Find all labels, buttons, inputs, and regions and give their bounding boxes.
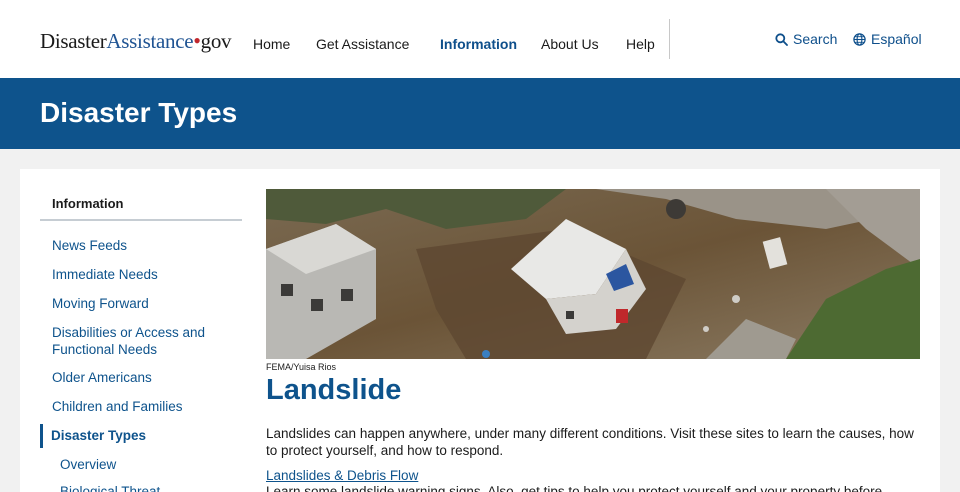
nav-information[interactable]: Information (440, 36, 517, 52)
search-label: Search (793, 31, 838, 47)
nav-divider (669, 19, 670, 59)
nav-home[interactable]: Home (253, 36, 290, 52)
language-label: Español (871, 31, 922, 47)
link-description: Learn some landslide warning signs. Also… (266, 484, 886, 492)
sidebar-item-children-families[interactable]: Children and Families (52, 399, 237, 416)
page-title: Disaster Types (40, 97, 238, 128)
language-link[interactable]: Español (853, 31, 922, 47)
globe-icon (853, 32, 866, 46)
intro-paragraph: Landslides can happen anywhere, under ma… (266, 426, 914, 458)
sidebar-item-moving-forward[interactable]: Moving Forward (52, 296, 237, 313)
landslides-debris-flow-link[interactable]: Landslides & Debris Flow (266, 468, 418, 483)
sidebar-active-indicator (40, 424, 43, 448)
sidebar-subitem-biological-threat[interactable]: Biological Threat (60, 484, 160, 492)
nav-get-assistance[interactable]: Get Assistance (316, 36, 409, 52)
sidebar-heading: Information (52, 196, 124, 211)
sidebar-item-immediate-needs[interactable]: Immediate Needs (52, 267, 237, 284)
search-link[interactable]: Search (775, 31, 837, 47)
nav-help[interactable]: Help (626, 36, 655, 52)
image-credit: FEMA/Yuisa Rios (266, 362, 337, 372)
logo-text-disaster: Disaster (40, 29, 107, 53)
logo-text-assistance: Assistance (106, 29, 194, 53)
sidebar-divider (40, 219, 242, 221)
landslide-photo (266, 189, 920, 359)
section-heading: Landslide (266, 374, 402, 406)
sidebar-item-news-feeds[interactable]: News Feeds (52, 238, 237, 255)
sidebar-item-disabilities[interactable]: Disabilities or Access and Functional Ne… (52, 325, 237, 358)
sidebar-subitem-overview[interactable]: Overview (60, 457, 116, 472)
logo-dot: • (193, 28, 201, 53)
page-banner: Disaster Types (0, 78, 960, 149)
sidebar-item-older-americans[interactable]: Older Americans (52, 370, 237, 387)
site-header: DisasterAssistance•gov Home Get Assistan… (0, 0, 960, 78)
sidebar-item-disaster-types[interactable]: Disaster Types (51, 428, 236, 445)
logo-text-gov: gov (200, 29, 232, 53)
site-logo[interactable]: DisasterAssistance•gov (40, 28, 232, 54)
nav-about-us[interactable]: About Us (541, 36, 599, 52)
search-icon (775, 32, 788, 46)
